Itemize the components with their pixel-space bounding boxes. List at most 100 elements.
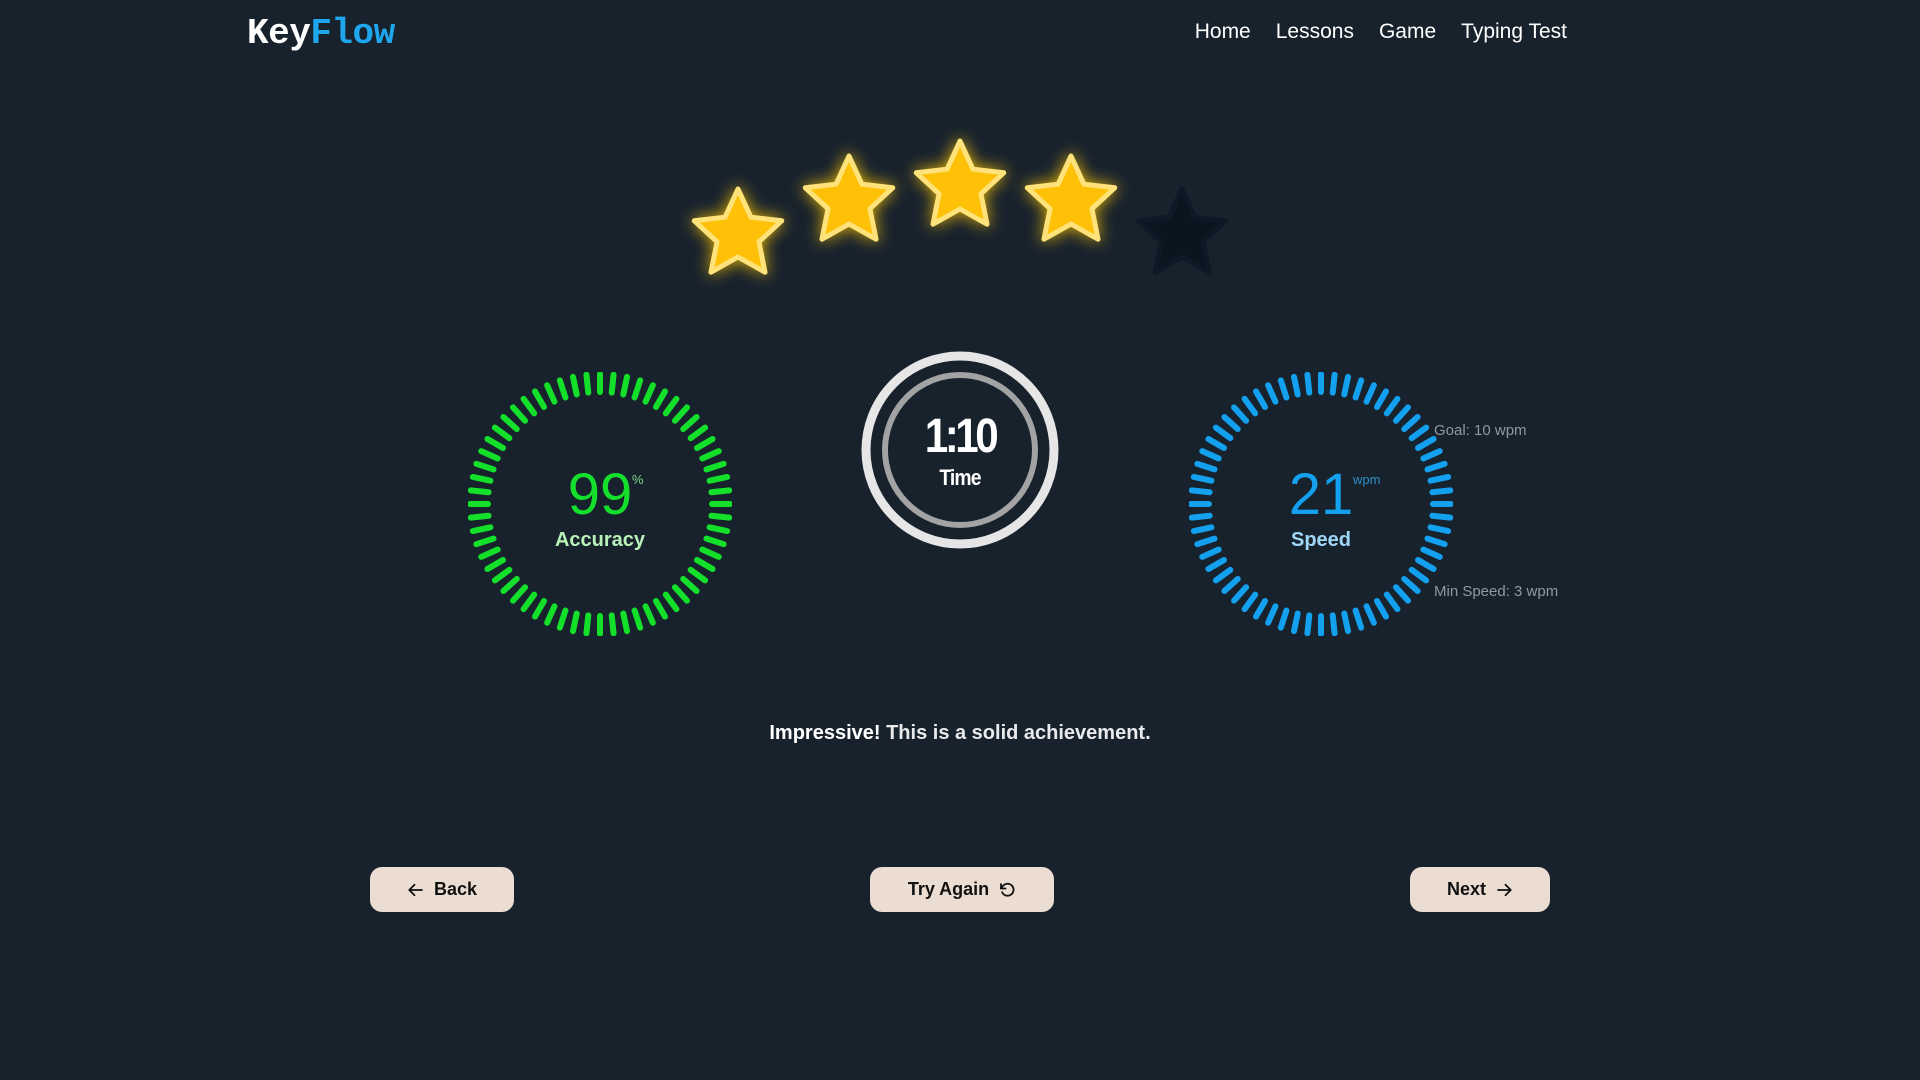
gauge-tick xyxy=(642,603,656,626)
gauge-tick xyxy=(491,566,513,584)
gauge-tick xyxy=(1253,388,1268,411)
star-icon xyxy=(799,149,899,249)
gauge-tick xyxy=(1290,373,1301,398)
gauge-tick xyxy=(1231,404,1250,424)
gauge-tick xyxy=(1265,603,1279,626)
nav-typing-test[interactable]: Typing Test xyxy=(1461,20,1567,44)
gauge-tick xyxy=(1414,557,1437,572)
gauge-tick xyxy=(1383,395,1401,417)
gauge-tick xyxy=(500,414,520,433)
gauge-tick xyxy=(1341,610,1352,635)
gauge-tick xyxy=(1329,612,1338,636)
time-display: 1:10 Time xyxy=(860,350,1060,550)
star-icon xyxy=(688,182,788,282)
gauge-tick xyxy=(608,372,617,396)
gauge-tick xyxy=(1383,591,1401,613)
gauge-tick xyxy=(1212,424,1234,442)
gauge-tick xyxy=(1352,607,1365,631)
gauge-tick xyxy=(1199,448,1222,462)
result-message: Impressive! This is a solid achievement. xyxy=(0,722,1920,745)
keyflow-logo[interactable]: KeyFlow xyxy=(247,13,395,54)
gauge-tick xyxy=(544,603,558,626)
gauge-tick xyxy=(1341,373,1352,398)
gauge-tick xyxy=(532,388,547,411)
gauge-tick xyxy=(556,377,569,401)
gauge-tick xyxy=(631,377,644,401)
result-message-strong: Impressive! xyxy=(769,722,881,744)
gauge-tick xyxy=(680,575,700,594)
gauge-tick xyxy=(1363,603,1377,626)
gauge-tick xyxy=(484,436,507,451)
gauge-tick xyxy=(1401,414,1421,433)
gauge-tick xyxy=(1304,612,1313,636)
logo-part-key: Key xyxy=(247,13,311,54)
time-value: 1:10 xyxy=(924,410,999,463)
back-button-label: Back xyxy=(433,879,478,899)
gauge-tick xyxy=(556,607,569,631)
gauge-tick xyxy=(620,610,631,635)
accuracy-unit: % xyxy=(632,472,644,487)
logo-part-flow: Flow xyxy=(310,13,395,54)
accuracy-label: Accuracy xyxy=(554,529,646,551)
next-button-label: Next xyxy=(1446,879,1486,899)
speed-gauge: 21 wpm Speed xyxy=(1189,372,1453,636)
nav-game[interactable]: Game xyxy=(1379,20,1436,44)
gauge-tick xyxy=(520,591,538,613)
gauge-tick xyxy=(1231,584,1250,604)
accuracy-gauge: 99 % Accuracy xyxy=(468,372,732,636)
gauge-tick xyxy=(1290,610,1301,635)
gauge-tick xyxy=(642,382,656,405)
back-button[interactable]: Back xyxy=(370,867,514,912)
gauge-tick xyxy=(653,388,668,411)
gauge-tick xyxy=(662,591,680,613)
gauge-tick xyxy=(620,373,631,398)
result-message-rest: This is a solid achievement. xyxy=(880,722,1151,744)
gauge-tick xyxy=(1414,436,1437,451)
star-icon xyxy=(1021,149,1121,249)
gauge-tick xyxy=(671,584,690,604)
speed-unit: wpm xyxy=(1353,472,1381,487)
gauge-tick xyxy=(693,436,716,451)
gauge-tick xyxy=(1253,597,1268,620)
next-button[interactable]: Next xyxy=(1410,867,1550,912)
gauge-tick xyxy=(1374,597,1389,620)
gauge-tick xyxy=(1408,424,1430,442)
gauge-tick xyxy=(1408,566,1430,584)
gauge-tick xyxy=(532,597,547,620)
star-icon xyxy=(1132,182,1232,282)
gauge-tick xyxy=(1265,382,1279,405)
arrow-left-icon xyxy=(407,881,425,899)
gauge-tick xyxy=(484,557,507,572)
time-label: Time xyxy=(939,465,981,490)
gauge-tick xyxy=(478,448,501,462)
gauge-tick xyxy=(544,382,558,405)
gauge-tick xyxy=(631,607,644,631)
gauge-tick xyxy=(1392,584,1411,604)
gauge-tick xyxy=(693,557,716,572)
gauge-tick xyxy=(1277,377,1290,401)
try-again-button-label: Try Again xyxy=(907,879,990,899)
gauge-tick xyxy=(1241,591,1259,613)
gauge-tick xyxy=(680,414,700,433)
gauge-tick xyxy=(662,395,680,417)
try-again-button[interactable]: Try Again xyxy=(870,867,1054,912)
speed-goal-note: Goal: 10 wpm xyxy=(1434,422,1527,439)
gauge-tick xyxy=(1205,557,1228,572)
gauge-tick xyxy=(671,404,690,424)
gauge-tick xyxy=(653,597,668,620)
gauge-tick xyxy=(520,395,538,417)
gauge-tick xyxy=(583,612,592,636)
gauge-tick xyxy=(510,404,529,424)
gauge-tick xyxy=(569,610,580,635)
gauge-tick xyxy=(1221,575,1241,594)
gauge-tick xyxy=(1374,388,1389,411)
nav-lessons[interactable]: Lessons xyxy=(1276,20,1354,44)
gauge-tick xyxy=(699,448,722,462)
speed-label: Speed xyxy=(1290,529,1352,551)
arrow-right-icon xyxy=(1495,881,1513,899)
speed-min-note: Min Speed: 3 wpm xyxy=(1434,583,1559,600)
gauge-tick xyxy=(1392,404,1411,424)
rotate-ccw-icon xyxy=(998,881,1016,899)
nav-home[interactable]: Home xyxy=(1195,20,1251,44)
gauge-tick xyxy=(687,566,709,584)
